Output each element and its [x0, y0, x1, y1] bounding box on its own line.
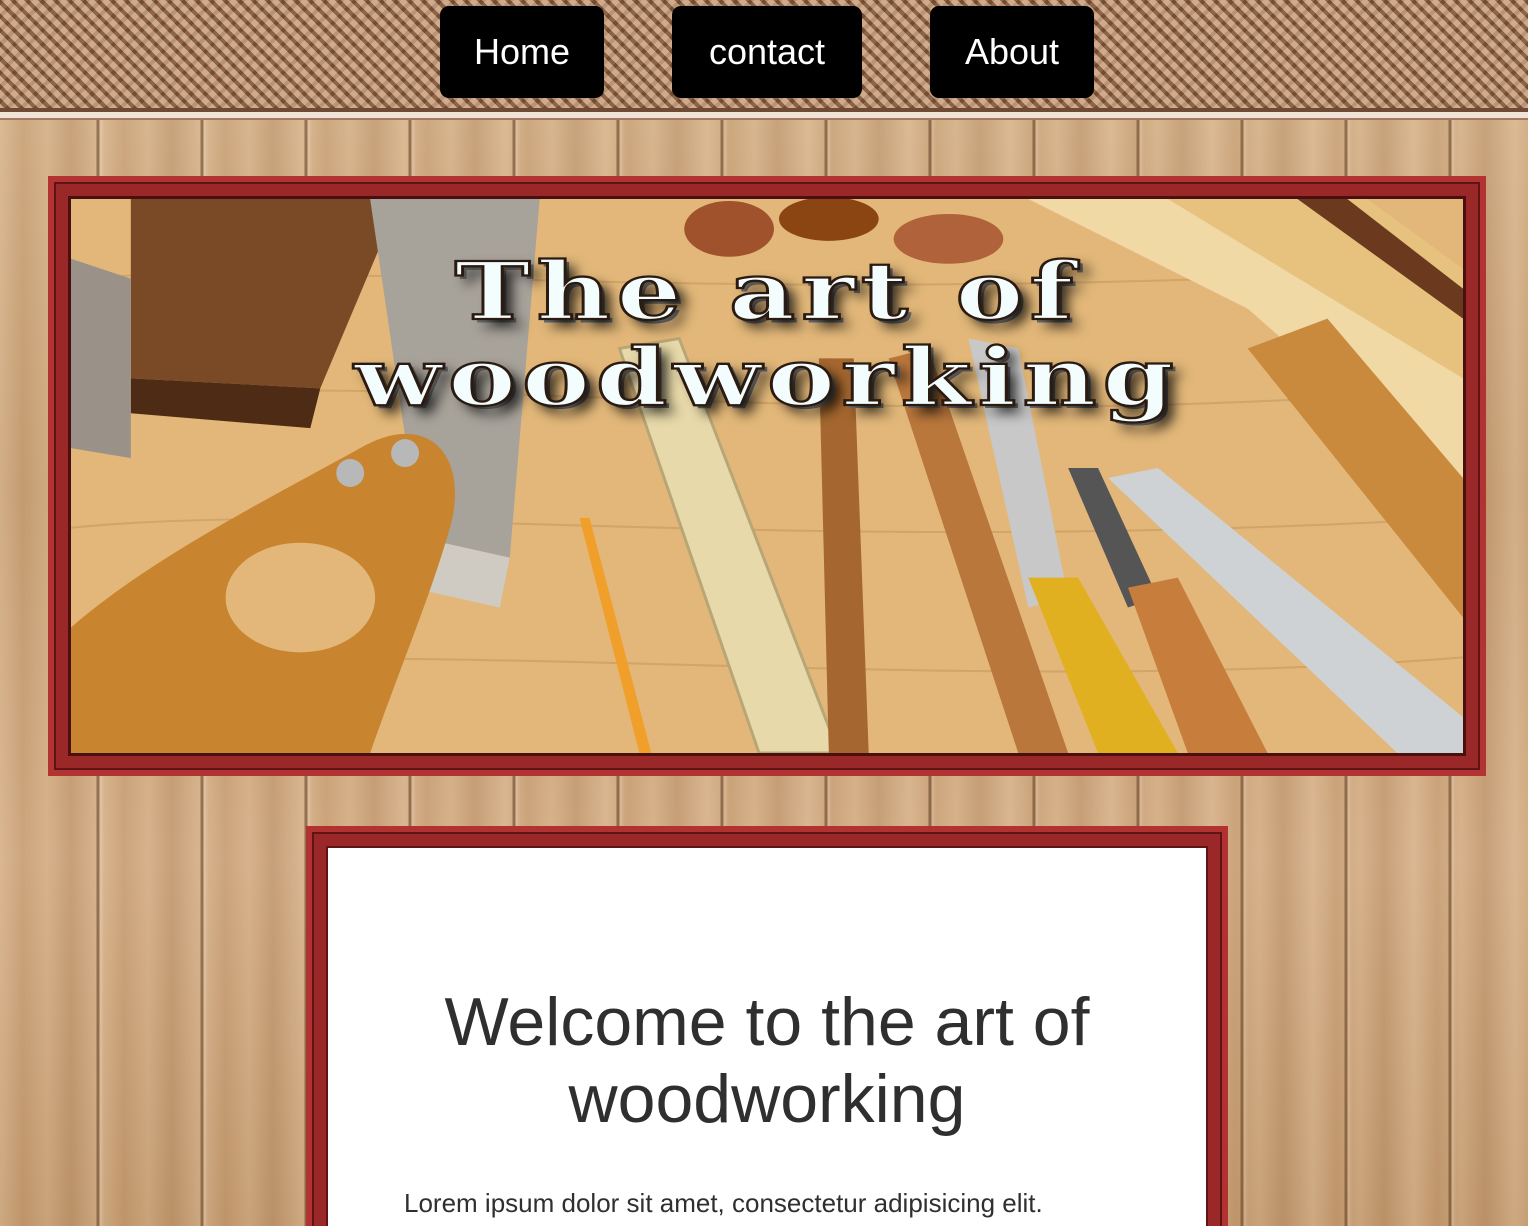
hero-banner-frame: The art of woodworking: [48, 176, 1486, 776]
top-nav-bar: Home contact About: [0, 0, 1528, 118]
main-nav: Home contact About: [0, 6, 1528, 98]
content-panel: Welcome to the art of woodworking Lorem …: [326, 846, 1208, 1226]
nav-contact-button[interactable]: contact: [672, 6, 862, 98]
nav-about-button[interactable]: About: [930, 6, 1094, 98]
hero-banner: The art of woodworking: [68, 196, 1466, 756]
intro-paragraph: Lorem ipsum dolor sit amet, consectetur …: [404, 1188, 1043, 1218]
content-frame: Welcome to the art of woodworking Lorem …: [306, 826, 1228, 1226]
nav-home-button[interactable]: Home: [440, 6, 604, 98]
hero-title: The art of woodworking: [353, 245, 1180, 425]
welcome-heading: Welcome to the art of woodworking: [444, 984, 1090, 1137]
